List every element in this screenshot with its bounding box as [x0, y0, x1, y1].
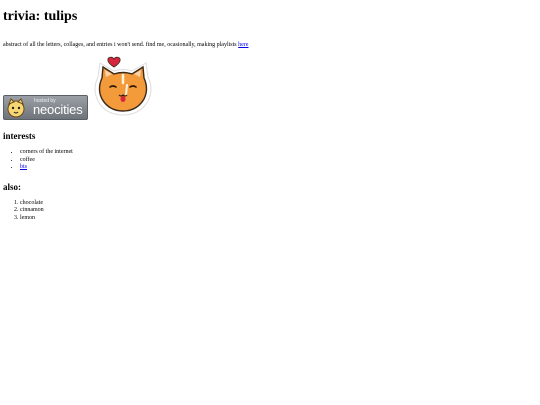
interests-list: corners of the internet coffee bts [3, 149, 537, 172]
page-title: trivia: tulips [3, 9, 78, 24]
list-item: chocolate [20, 200, 537, 208]
list-item: coffee [20, 157, 537, 165]
playlists-link[interactable]: here [238, 42, 248, 48]
neocities-badge[interactable]: hosted by neocities [3, 95, 88, 120]
intro-text: abstract of all the letters, collages, a… [3, 42, 237, 48]
cat-sticker-image [94, 56, 152, 116]
badges-row: hosted by neocities [3, 55, 537, 121]
page: trivia: tulips abstract of all the lette… [0, 0, 540, 405]
intro-paragraph: abstract of all the letters, collages, a… [3, 41, 537, 49]
also-heading: also: [3, 181, 21, 192]
interests-heading: interests [3, 131, 36, 141]
list-item: cinnamon [20, 207, 537, 215]
bts-link[interactable]: bts [20, 164, 27, 170]
list-item: corners of the internet [20, 149, 537, 157]
also-list: chocolate cinnamon lemon [3, 200, 537, 223]
list-item: bts [20, 164, 537, 172]
neocities-cat-icon [7, 98, 25, 118]
list-item: lemon [20, 215, 537, 223]
neocities-brand: neocities [33, 102, 83, 117]
